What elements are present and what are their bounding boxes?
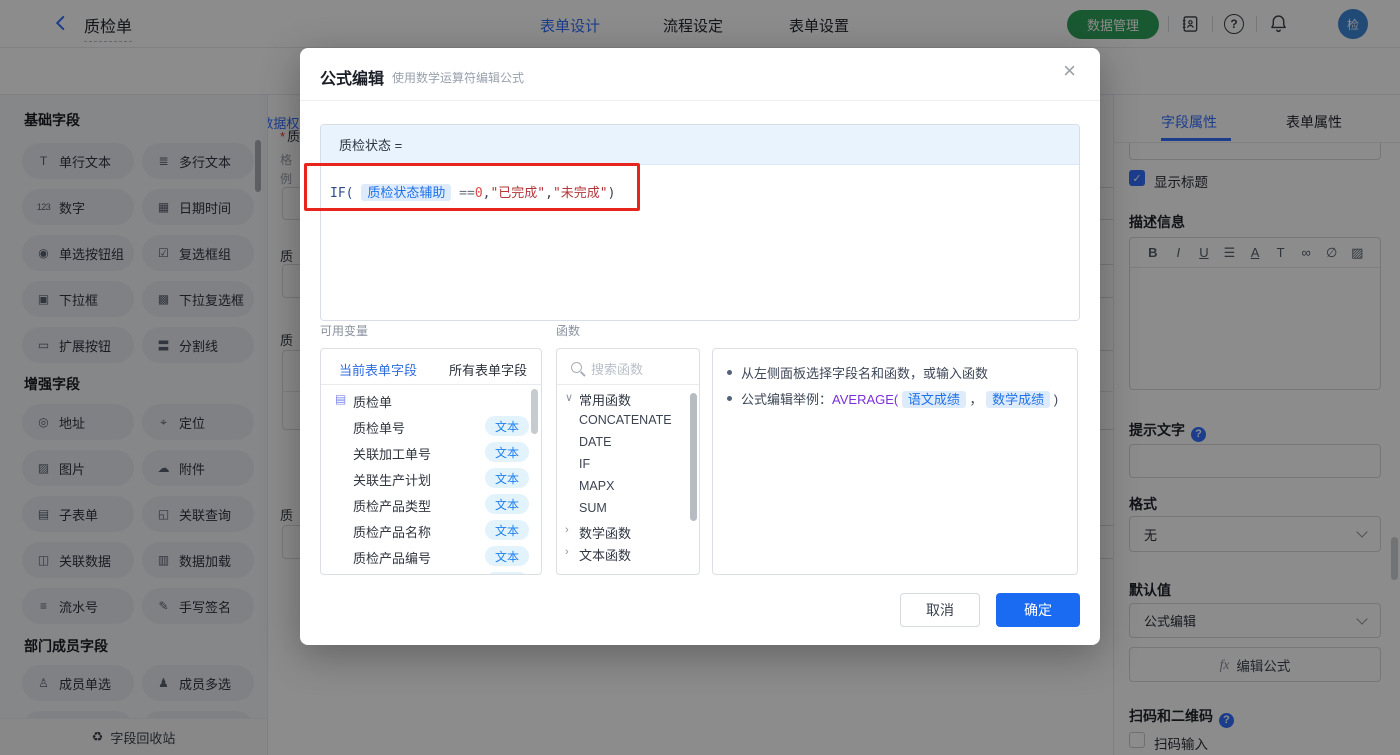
formula-edit-modal: 公式编辑 使用数学运算符编辑公式 × 质检状态 = IF( 质检状态辅助 ==0… xyxy=(300,48,1100,645)
type-badge xyxy=(485,572,529,574)
tab-all-form-fields[interactable]: 所有表单字段 xyxy=(449,360,527,379)
type-badge: 文本 xyxy=(485,468,529,488)
chevron-right-icon: › xyxy=(565,524,569,536)
type-badge: 文本 xyxy=(485,494,529,514)
variable-name: 质检单号 xyxy=(353,421,406,436)
tab-current-form-fields[interactable]: 当前表单字段 xyxy=(339,360,417,379)
functions-panel: 搜索函数 ∨ 常用函数 CONCATENATE DATE IF MAPX SUM … xyxy=(556,348,700,575)
bullet-icon xyxy=(727,370,732,375)
search-placeholder: 搜索函数 xyxy=(591,362,644,377)
variable-row[interactable]: 质检产品名称 文本 xyxy=(321,517,541,543)
close-icon[interactable]: × xyxy=(1063,60,1076,82)
function-item-if[interactable]: IF xyxy=(579,457,590,471)
variable-row-partial[interactable] xyxy=(321,569,541,574)
variable-name: 质检产品编号 xyxy=(353,551,432,566)
variables-scrollbar[interactable] xyxy=(531,389,538,434)
app-root: 质检单 表单设计 流程设定 表单设置 数据管理 ? 检 ∞表单外链 ▣后端脚本 … xyxy=(0,0,1400,755)
variable-row[interactable]: 关联生产计划 文本 xyxy=(321,465,541,491)
help-bullet-2: 公式编辑举例：AVERAGE( 语文成绩 ， 数学成绩 ) xyxy=(727,389,1058,408)
function-item-sum[interactable]: SUM xyxy=(579,501,607,515)
cancel-button[interactable]: 取消 xyxy=(900,593,980,627)
function-item-concatenate[interactable]: CONCATENATE xyxy=(579,413,672,427)
variable-name: 质检产品类型 xyxy=(353,499,432,514)
variable-row[interactable]: 质检产品编号 文本 xyxy=(321,543,541,569)
formula-editor: 质检状态 = IF( 质检状态辅助 ==0,"已完成","未完成") xyxy=(320,124,1080,321)
variables-panel: 当前表单字段 所有表单字段 ▤ 质检单 质检单号 文本 关联加工单号 文本 关联生产… xyxy=(320,348,542,575)
variable-name: 质检产品名称 xyxy=(353,525,432,540)
help-panel: 从左侧面板选择字段名和函数，或输入函数 公式编辑举例：AVERAGE( 语文成绩… xyxy=(712,348,1078,575)
tree-root-row[interactable]: ▤ 质检单 xyxy=(321,387,541,413)
chevron-down-icon: ∨ xyxy=(565,392,574,404)
function-item-date[interactable]: DATE xyxy=(579,435,611,449)
type-badge: 文本 xyxy=(485,442,529,462)
help-bullet-1: 从左侧面板选择字段名和函数，或输入函数 xyxy=(727,363,988,382)
variable-row[interactable]: 质检产品类型 文本 xyxy=(321,491,541,517)
annotation-highlight-box xyxy=(304,163,640,211)
function-group-label: 常用函数 xyxy=(579,393,632,408)
variable-row[interactable]: 关联加工单号 文本 xyxy=(321,439,541,465)
variable-name: 关联加工单号 xyxy=(353,447,432,462)
type-badge: 文本 xyxy=(485,546,529,566)
type-badge: 文本 xyxy=(485,520,529,540)
example-function: AVERAGE( xyxy=(832,392,899,407)
function-group-label: 数学函数 xyxy=(579,526,632,541)
function-item-mapx[interactable]: MAPX xyxy=(579,479,614,493)
modal-title: 公式编辑 xyxy=(320,71,385,88)
form-doc-icon: ▤ xyxy=(335,392,347,406)
variable-row[interactable]: 质检单号 文本 xyxy=(321,413,541,439)
chevron-right-icon: › xyxy=(565,546,569,558)
variables-tabs: 当前表单字段 所有表单字段 xyxy=(321,349,541,385)
formula-result-field: 质检状态 = xyxy=(321,125,1079,165)
example-field-token: 数学成绩 xyxy=(986,391,1051,408)
tree-root-label: 质检单 xyxy=(353,395,393,410)
confirm-button[interactable]: 确定 xyxy=(996,593,1080,627)
functions-section-label: 函数 xyxy=(556,324,581,338)
search-icon xyxy=(571,362,582,373)
bullet-icon xyxy=(727,396,732,401)
variable-name: 关联生产计划 xyxy=(353,473,432,488)
divider xyxy=(300,100,1100,101)
functions-scrollbar[interactable] xyxy=(690,393,697,521)
example-field-token: 语文成绩 xyxy=(901,391,966,408)
function-group-label: 文本函数 xyxy=(579,548,632,563)
type-badge: 文本 xyxy=(485,416,529,436)
modal-subtitle: 使用数学运算符编辑公式 xyxy=(392,71,525,85)
variables-section-label: 可用变量 xyxy=(320,324,369,338)
function-search[interactable]: 搜索函数 xyxy=(557,349,699,385)
